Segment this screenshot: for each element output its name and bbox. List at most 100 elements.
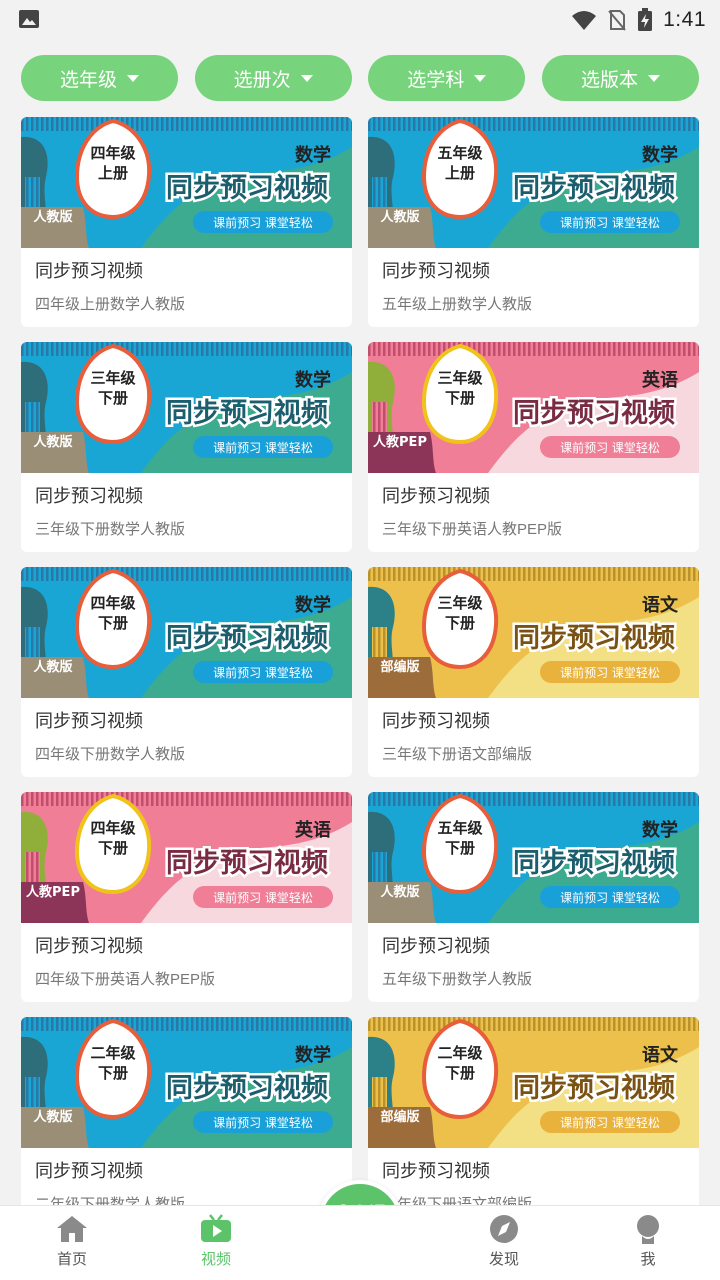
filter-label: 选学科	[407, 69, 465, 91]
banner-grade: 二年级	[90, 1044, 136, 1062]
filter-label: 选册次	[233, 69, 291, 91]
video-card[interactable]: 二年级下册 语文同步预习视频课前预习 课堂轻松 部编版同步预习视频 二年级下册 语文部编…	[368, 1017, 699, 1227]
banner-tagline: 课前预习 课堂轻松	[213, 1115, 313, 1130]
banner-edition: 人教版	[33, 434, 72, 450]
banner-edition: 人教版	[33, 209, 72, 225]
wifi-icon	[572, 11, 597, 30]
banner-subject: 英语	[641, 369, 678, 391]
nav-label: 视频	[200, 1251, 231, 1268]
banner-volume: 下册	[98, 839, 128, 857]
image-notification-icon	[19, 10, 39, 28]
status-bar: 1:41	[0, 0, 720, 40]
banner-headline: 同步预习视频	[513, 173, 675, 204]
caret-down-icon	[647, 74, 660, 82]
banner-subject: 语文	[642, 1044, 679, 1066]
card-title: 同步预习视频	[382, 261, 490, 281]
bottom-nav: 首页 视频 发现 我	[0, 1205, 720, 1280]
course-banner: 四年级 下册 英语 同步预习视频 课前预习 课堂轻松 人教PEP	[21, 792, 352, 923]
filter-label: 选年级	[59, 69, 117, 91]
banner-headline: 同步预习视频	[166, 623, 328, 654]
course-banner: 三年级 下册 语文 同步预习视频 课前预习 课堂轻松 部编版	[368, 567, 699, 698]
card-subtitle: 四年级下册英语人教PEP版	[35, 971, 216, 988]
video-card[interactable]: 五年级 下册 数学 同步预习视频 课前预习 课堂轻松 人教版 同步预习视频 五年级下册数学人教…	[368, 792, 699, 1002]
video-card[interactable]: 三年级 下册 数学 同步预习视频 课前预习 课堂轻松 人教版 同步预习视频 三年级下册数学人教…	[21, 342, 352, 552]
banner-tagline: 课前预习 课堂轻松	[213, 215, 313, 230]
card-title: 同步预习视频	[35, 1161, 143, 1181]
banner-edition: 人教版	[380, 209, 419, 225]
video-icon	[201, 1214, 231, 1242]
banner-edition: 部编版	[380, 659, 419, 675]
banner-headline: 同步预习视频	[166, 848, 328, 879]
banner-subject: 英语	[294, 819, 331, 841]
nav-home[interactable]: 首页	[32, 1214, 112, 1269]
video-card[interactable]: 三年级 下册 英语 同步预习视频 课前预习 课堂轻松 人教PEP 同步预习视频 三年级下册英语…	[368, 342, 699, 552]
course-banner: 五年级 上册 数学 同步预习视频 课前预习 课堂轻松 人教版	[368, 117, 699, 248]
banner-grade: 二年级	[437, 1044, 483, 1062]
banner-tagline: 课前预习 课堂轻松	[560, 215, 660, 230]
nav-label: 首页	[56, 1251, 87, 1268]
banner-grade: 三年级	[90, 369, 136, 387]
card-title: 同步预习视频	[382, 936, 490, 956]
video-card[interactable]: 三年级 下册 语文 同步预习视频 课前预习 课堂轻松 部编版同步预习视频三年级下册语文部编…	[368, 567, 699, 777]
video-card[interactable]: 四年级 下册 英语 同步预习视频 课前预习 课堂轻松 人教PEP 同步预习视频 四年级下册英语…	[21, 792, 352, 1002]
banner-headline: 同步预习视频	[513, 848, 675, 879]
course-banner: 二年级 下册 数学 同步预习视频 课前预习 课堂轻松 人教版	[21, 1017, 352, 1148]
no-sim-icon	[608, 10, 626, 31]
banner-edition: 人教版	[33, 1109, 72, 1125]
banner-tagline: 课前预习 课堂轻松	[213, 890, 313, 905]
banner-headline: 同步预习视频	[166, 398, 328, 429]
compass-icon	[490, 1215, 518, 1243]
banner-tagline: 课前预习 课堂轻松	[213, 665, 313, 680]
banner-subject: 数学	[295, 594, 331, 616]
filter-edition-button[interactable]: 选版本	[541, 55, 699, 101]
banner-grade: 五年级	[437, 819, 483, 837]
banner-headline: 同步预习视频	[166, 1073, 328, 1104]
banner-subject: 数学	[295, 144, 331, 166]
card-title: 同步预习视频	[35, 936, 143, 956]
banner-headline: 同步预习视频	[513, 1073, 675, 1104]
banner-volume: 下册	[445, 1064, 475, 1082]
card-title: 同步预习视频	[382, 486, 490, 506]
banner-edition: 人教PEP	[26, 884, 80, 900]
banner-tagline: 课前预习 课堂轻松	[560, 1115, 660, 1130]
card-title: 同步预习视频	[382, 1161, 490, 1181]
banner-subject: 数学	[295, 369, 331, 391]
filter-label: 选版本	[580, 69, 638, 91]
banner-grade: 三年级	[437, 369, 483, 387]
nav-video[interactable]: 视频	[176, 1214, 256, 1269]
profile-icon	[637, 1215, 659, 1244]
filter-volume-button[interactable]: 选册次	[194, 55, 352, 101]
nav-discover[interactable]: 发现	[464, 1214, 544, 1269]
banner-tagline: 课前预习 课堂轻松	[560, 890, 660, 905]
banner-edition: 部编版	[380, 1109, 419, 1125]
video-card[interactable]: 四年级 上册 数学 同步预习视频 课前预习 课堂轻松 人教版 同步预习视频 四年级上册数学人教…	[21, 117, 352, 327]
banner-grade: 四年级	[90, 594, 136, 612]
caret-down-icon	[474, 74, 487, 82]
banner-volume: 下册	[98, 389, 128, 407]
card-subtitle: 五年级下册数学人教版	[382, 971, 533, 988]
card-subtitle: 五年级上册数学人教版	[382, 296, 533, 313]
filter-grade-button[interactable]: 选年级	[21, 55, 178, 101]
caret-down-icon	[300, 74, 313, 82]
video-card[interactable]: 二年级下册 数学同步预习视频课前预习 课堂轻松 人教版同步预习视频 二年级下册 数学人教…	[21, 1017, 352, 1227]
video-card[interactable]: 四年级 下册 数学 同步预习视频 课前预习 课堂轻松 人教版 同步预习视频 四年级下册数学人教…	[21, 567, 352, 777]
filter-subject-button[interactable]: 选学科	[368, 55, 526, 101]
course-banner: 三年级 下册 数学 同步预习视频 课前预习 课堂轻松 人教版	[21, 342, 352, 473]
banner-volume: 下册	[98, 1064, 128, 1082]
banner-volume: 上册	[98, 164, 128, 182]
card-title: 同步预习视频	[35, 261, 143, 281]
home-icon	[57, 1216, 87, 1242]
banner-tagline: 课前预习 课堂轻松	[560, 440, 660, 455]
banner-volume: 下册	[445, 389, 475, 407]
nav-profile[interactable]: 我	[608, 1214, 688, 1269]
card-subtitle: 三年级下册英语人教PEP版	[382, 521, 563, 538]
filter-bar: 选年级 选册次 选学科 选版本	[21, 55, 699, 101]
course-banner: 五年级 下册 数学 同步预习视频 课前预习 课堂轻松 人教版	[368, 792, 699, 923]
card-subtitle: 四年级上册数学人教版	[35, 296, 186, 313]
course-banner: 二年级下册 语文同步预习视频课前预习 课堂轻松 部编版	[368, 1017, 699, 1148]
card-title: 同步预习视频	[35, 711, 143, 731]
card-title: 同步预习视频	[382, 711, 490, 731]
card-subtitle: 三年级下册语文部编版	[382, 746, 533, 763]
banner-grade: 三年级	[437, 594, 483, 612]
video-card[interactable]: 五年级 上册 数学 同步预习视频 课前预习 课堂轻松 人教版 同步预习视频 五年级上册数学人教…	[368, 117, 699, 327]
